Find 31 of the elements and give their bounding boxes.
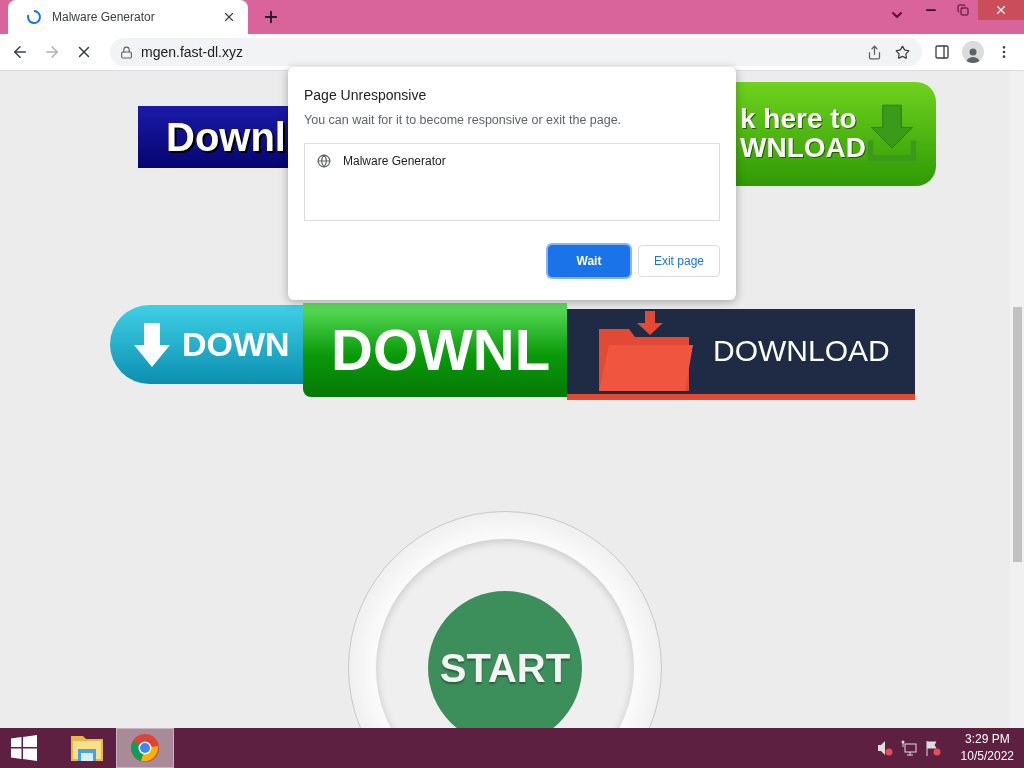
dialog-button[interactable]: Exit page xyxy=(637,245,720,277)
dialog-title: Page Unresponsive xyxy=(304,87,428,103)
banner-text: DOWNLOAD xyxy=(713,336,890,367)
dialog-message: You can wait for it to become responsive or exit the page. xyxy=(304,113,623,127)
muted-speaker-icon[interactable] xyxy=(876,740,893,756)
download-banner[interactable]: DOWN xyxy=(110,305,303,384)
download-banner[interactable]: DOWNLOAD xyxy=(567,309,915,400)
scrollbar-thumb[interactable] xyxy=(1012,307,1022,562)
dialog-button[interactable]: Wait xyxy=(547,245,630,277)
download-banner[interactable]: Downl xyxy=(138,106,288,168)
download-banner[interactable]: k here to WNLOAD xyxy=(736,82,936,186)
page-name: Malware Generator xyxy=(343,154,446,168)
lock-icon xyxy=(120,45,133,59)
folder-icon[interactable] xyxy=(70,733,104,763)
download-banner[interactable]: DOWNL xyxy=(303,303,567,397)
banner-text: Downl xyxy=(166,116,286,158)
scrollbar[interactable] xyxy=(1010,71,1024,728)
browser-tab[interactable]: Malware Generator xyxy=(8,0,248,34)
banner-text: DOWN xyxy=(182,327,290,362)
start-button[interactable]: START xyxy=(428,591,582,728)
banner-text: k here to xyxy=(740,105,858,134)
banner-text: DOWNL xyxy=(331,320,551,380)
banner-text: WNLOAD xyxy=(740,134,866,163)
globe-icon xyxy=(317,154,331,168)
network-icon[interactable] xyxy=(900,740,917,756)
address-bar[interactable]: mgen.fast-dl.xyz xyxy=(110,38,922,66)
profile-avatar[interactable] xyxy=(962,41,984,63)
flag-icon[interactable] xyxy=(924,740,941,756)
down-arrow-icon xyxy=(132,320,172,369)
clock[interactable]: 3:29 PM 10/5/2022 xyxy=(960,731,1014,765)
chrome-icon[interactable] xyxy=(130,733,160,763)
